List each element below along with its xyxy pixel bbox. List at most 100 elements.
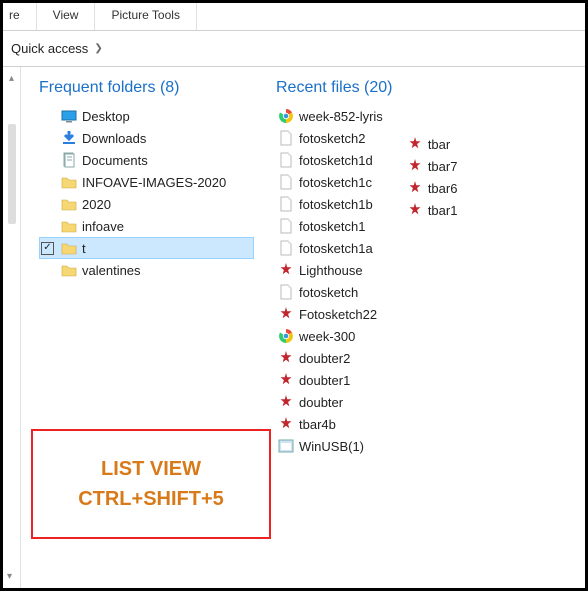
folder-icon (61, 240, 77, 256)
desktop-icon (61, 108, 77, 124)
folder-label: 2020 (82, 197, 111, 212)
annotation-overlay: LIST VIEW CTRL+SHIFT+5 (31, 429, 271, 539)
file-icon (278, 152, 294, 168)
folder-item[interactable]: infoave (39, 215, 254, 237)
scroll-down-icon[interactable]: ▾ (7, 571, 12, 582)
file-item[interactable]: Lighthouse (276, 259, 385, 281)
file-label: fotosketch1c (299, 175, 372, 190)
file-label: WinUSB(1) (299, 439, 364, 454)
file-label: week-300 (299, 329, 355, 344)
folder-icon (61, 262, 77, 278)
folder-item[interactable]: valentines (39, 259, 254, 281)
file-label: Fotosketch22 (299, 307, 377, 322)
irfan-icon (278, 350, 294, 366)
file-icon (278, 196, 294, 212)
folder-label: valentines (82, 263, 141, 278)
file-label: tbar6 (428, 181, 458, 196)
tab-view[interactable]: View (37, 3, 96, 30)
file-item[interactable]: doubter1 (276, 369, 385, 391)
file-label: week-852-lyris (299, 109, 383, 124)
file-label: tbar7 (428, 159, 458, 174)
folder-label: Documents (82, 153, 148, 168)
irfan-icon (278, 416, 294, 432)
folder-item[interactable]: Downloads (39, 127, 254, 149)
file-icon (278, 284, 294, 300)
file-item[interactable]: fotosketch1d (276, 149, 385, 171)
tab-share[interactable]: re (3, 3, 37, 30)
annotation-line1: LIST VIEW (101, 454, 201, 484)
recent-files-group: Recent files (20) week-852-lyris fotosket… (276, 79, 577, 580)
file-label: fotosketch1d (299, 153, 373, 168)
irfan-icon (407, 202, 423, 218)
folder-item[interactable]: ✓t (39, 237, 254, 259)
file-label: fotosketch2 (299, 131, 366, 146)
file-item[interactable]: tbar (405, 133, 460, 155)
file-icon (278, 174, 294, 190)
folder-label: t (82, 241, 86, 256)
app-icon (278, 438, 294, 454)
file-item[interactable]: WinUSB(1) (276, 435, 385, 457)
chrome-icon (278, 108, 294, 124)
download-icon (61, 130, 77, 146)
recent-files-heading: Recent files (20) (276, 79, 577, 97)
file-item[interactable]: Fotosketch22 (276, 303, 385, 325)
irfan-icon (407, 180, 423, 196)
file-icon (278, 240, 294, 256)
irfan-icon (407, 136, 423, 152)
chevron-right-icon: ❯ (94, 43, 102, 54)
file-item[interactable]: doubter2 (276, 347, 385, 369)
file-label: fotosketch1 (299, 219, 366, 234)
folder-label: Desktop (82, 109, 130, 124)
file-item[interactable]: doubter (276, 391, 385, 413)
file-label: tbar4b (299, 417, 336, 432)
file-item[interactable]: fotosketch2 (276, 127, 385, 149)
scroll-thumb[interactable] (8, 124, 16, 224)
folder-label: infoave (82, 219, 124, 234)
file-label: fotosketch1a (299, 241, 373, 256)
folder-item[interactable]: Documents (39, 149, 254, 171)
documents-icon (61, 152, 77, 168)
file-item[interactable]: tbar4b (276, 413, 385, 435)
file-label: Lighthouse (299, 263, 363, 278)
folder-item[interactable]: 2020 (39, 193, 254, 215)
folder-label: Downloads (82, 131, 146, 146)
file-item[interactable]: fotosketch1b (276, 193, 385, 215)
file-item[interactable]: tbar6 (405, 177, 460, 199)
folder-icon (61, 196, 77, 212)
folder-icon (61, 174, 77, 190)
file-item[interactable]: week-300 (276, 325, 385, 347)
file-label: doubter (299, 395, 343, 410)
irfan-icon (278, 394, 294, 410)
breadcrumb-bar[interactable]: Quick access ❯ (3, 31, 585, 67)
chrome-icon (278, 328, 294, 344)
file-item[interactable]: week-852-lyris (276, 105, 385, 127)
irfan-icon (278, 372, 294, 388)
file-item[interactable]: fotosketch (276, 281, 385, 303)
irfan-icon (407, 158, 423, 174)
irfan-icon (278, 306, 294, 322)
file-item[interactable]: fotosketch1 (276, 215, 385, 237)
checkbox[interactable]: ✓ (41, 242, 54, 255)
tab-picture-tools[interactable]: Picture Tools (95, 3, 196, 30)
file-item[interactable]: tbar1 (405, 199, 460, 221)
file-item[interactable]: tbar7 (405, 155, 460, 177)
annotation-line2: CTRL+SHIFT+5 (78, 484, 224, 514)
file-icon (278, 218, 294, 234)
ribbon-tabs: re View Picture Tools (3, 3, 585, 31)
irfan-icon (278, 262, 294, 278)
file-label: fotosketch (299, 285, 358, 300)
folder-item[interactable]: INFOAVE-IMAGES-2020 (39, 171, 254, 193)
file-label: tbar (428, 137, 450, 152)
file-icon (278, 130, 294, 146)
file-label: tbar1 (428, 203, 458, 218)
folder-item[interactable]: Desktop (39, 105, 254, 127)
file-item[interactable]: fotosketch1c (276, 171, 385, 193)
folder-label: INFOAVE-IMAGES-2020 (82, 175, 226, 190)
file-label: doubter2 (299, 351, 350, 366)
file-label: fotosketch1b (299, 197, 373, 212)
scroll-up-icon[interactable]: ▴ (3, 73, 20, 84)
file-label: doubter1 (299, 373, 350, 388)
folder-icon (61, 218, 77, 234)
nav-pane-divider: ▴ ▾ (3, 67, 21, 588)
file-item[interactable]: fotosketch1a (276, 237, 385, 259)
